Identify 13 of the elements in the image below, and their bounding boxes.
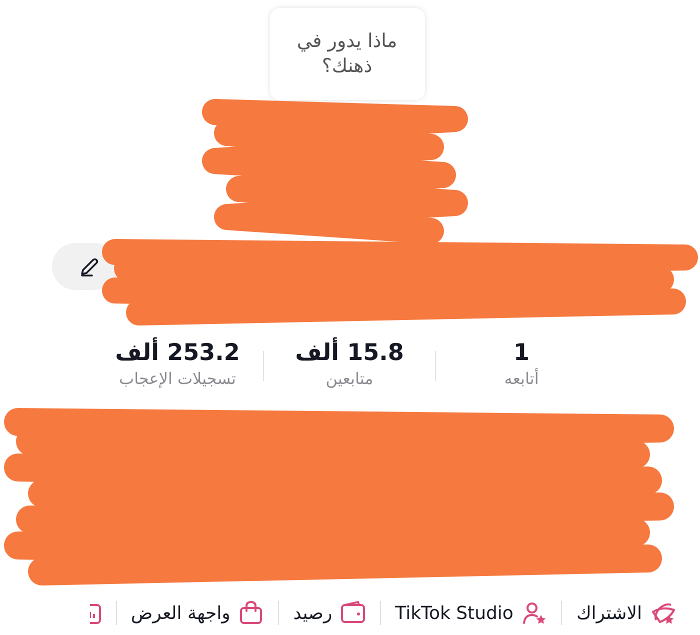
person-star-icon [521,600,548,626]
stat-label: أتابعه [504,369,539,390]
bubble-text: ماذا يدور في ذهنك؟ [296,29,398,79]
shortcut-button[interactable]: واجهة العرض [116,600,278,626]
shortcut-button[interactable]: الاشتراك [562,600,690,626]
shortcut-button[interactable]: رصيد [279,600,380,626]
shopping-bag-icon [238,600,264,626]
speech-bubble[interactable]: ماذا يدور في ذهنك؟ [270,8,424,100]
stat-label: تسجيلات الإعجاب [119,369,236,390]
wallet-icon [340,600,366,626]
stat-value: 1 [513,340,530,366]
shortcut-button[interactable]: TikTok Studio [381,600,562,626]
stat-label: متابعين [326,369,374,390]
